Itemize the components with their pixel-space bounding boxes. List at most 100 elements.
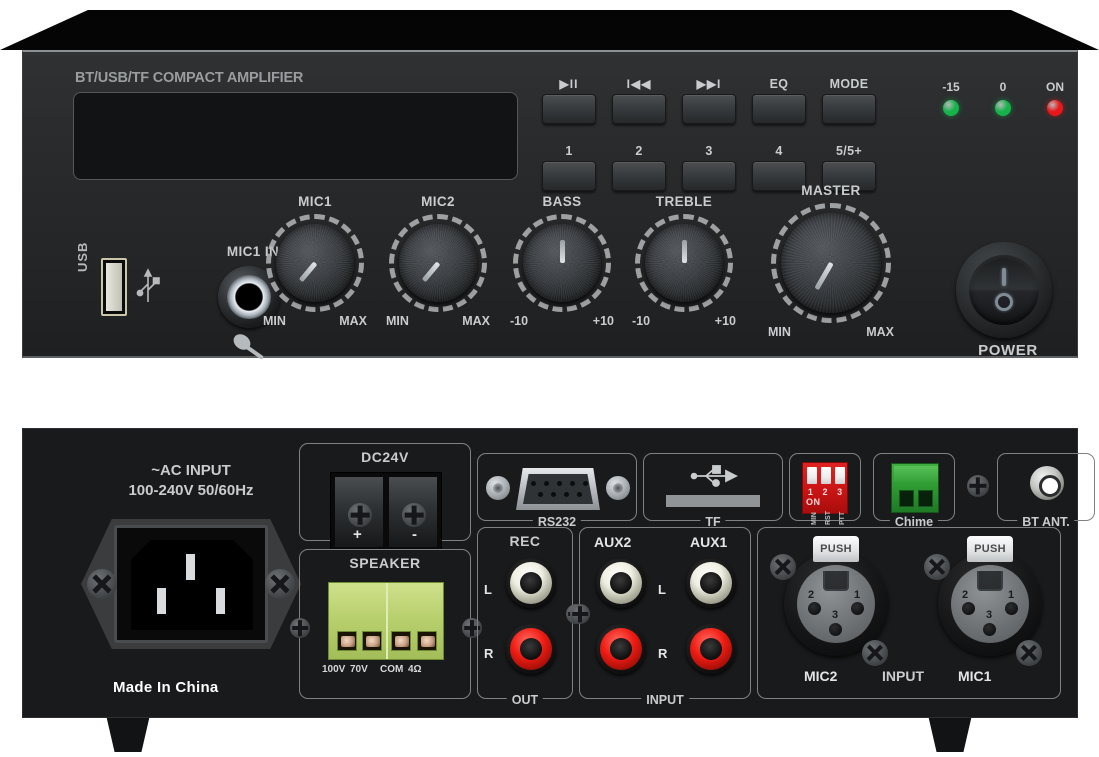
power-off-symbol-icon [995,293,1013,311]
xlr-pin1-mic1 [1005,602,1018,615]
rca-jack-aux2-left[interactable] [596,558,646,608]
aux-left-label: L [658,582,666,597]
xlr-key-notch-mic1 [977,571,1003,591]
button-preset-2[interactable] [612,161,666,191]
dip-lever-3[interactable] [835,467,845,484]
knob-mic2-scale-labels: MIN MAX [386,314,490,328]
rs232-jackscrew-left [486,476,510,500]
chime-section: Chime [873,453,955,529]
rca-hole-aux1-right [700,638,722,660]
rca-hole-aux2-right [610,638,632,660]
button-next[interactable] [682,94,736,124]
rs232-db9-connector[interactable] [516,468,600,510]
chassis-foot-left [106,718,150,752]
ac-input-line2: 100-240V 50/60Hz [128,482,254,499]
speaker-terminal-com[interactable] [391,631,411,651]
db9-pin-top-3 [557,481,562,486]
rca-jack-aux2-right[interactable] [596,624,646,674]
dip-switch-block[interactable]: 1 2 3 ON MIN RST PTT [802,462,848,525]
knob-mic2-pointer [421,261,440,283]
speaker-terminal-4ohm[interactable] [417,631,437,651]
power-rocker-face [969,255,1039,325]
front-panel: BT/USB/TF COMPACT AMPLIFIER ▶II I◀◀ ▶▶I EQ M… [22,50,1078,360]
rs232-db9-shell [523,474,593,504]
knob-treble-title: TREBLE [655,194,713,209]
knob-mic2-knob[interactable] [399,224,477,302]
dc24v-minus-sign: - [412,526,417,543]
button-previous[interactable] [612,94,666,124]
rec-left-label: L [484,582,492,597]
chime-terminal-hole-1[interactable] [899,490,914,507]
screw-icon-mic1-br [1016,640,1042,666]
speaker-terminal-70v[interactable] [362,631,382,651]
rca-jack-aux1-left[interactable] [686,558,736,608]
led-indicator-2 [1047,100,1063,116]
mic2-label: MIC2 [804,668,838,684]
rca-jack-rec-right[interactable] [506,624,556,674]
bt-antenna-connector[interactable] [1030,466,1064,500]
aux-input-section: AUX2 AUX1 L R INPUT [570,527,751,707]
chime-terminal-hole-2[interactable] [918,490,933,507]
chime-terminal-top [894,466,938,482]
button-label-next: ▶▶I [696,77,722,91]
speaker-terminal-block[interactable] [328,582,444,660]
xlr-push-release-mic1[interactable]: PUSH [967,536,1013,562]
rca-jack-aux1-right[interactable] [686,624,736,674]
button-cell-mode: MODE [818,77,880,124]
power-rocker-switch[interactable] [956,242,1052,338]
ac-input-label: ~AC INPUT 100-240V 50/60Hz [71,461,311,501]
db9-pin-bottom-4 [577,492,582,497]
led-cell-on: ON [1032,80,1078,116]
dc24v-plus-sign: + [353,526,362,543]
button-mode[interactable] [822,94,876,124]
screw-icon-rear-center [967,475,989,497]
master-volume-knob-group: MASTER MIN MAX [768,183,894,339]
button-preset-1[interactable] [542,161,596,191]
speaker-title: SPEAKER [349,555,421,571]
button-play-pause[interactable] [542,94,596,124]
knob-mic2-min-label: MIN [386,314,409,328]
button-cell-play-pause: ▶II [538,77,600,124]
xlr-push-release-mic2[interactable]: PUSH [813,536,859,562]
button-label-eq: EQ [769,77,789,91]
rec-out-caption: OUT [506,693,544,707]
button-cell-preset-1: 1 [538,144,600,191]
knob-mic1-knob[interactable] [276,224,354,302]
usb-a-port[interactable] [101,258,127,316]
screw-icon-mic2-br [862,640,888,666]
button-label-preset-5: 5/5+ [836,144,862,158]
screw-icon-ac-right [265,569,295,599]
button-eq[interactable] [752,94,806,124]
xlr-pinlabel3-mic2: 3 [832,609,839,621]
dip-lever-2[interactable] [821,467,831,484]
rca-jack-rec-left[interactable] [506,558,556,608]
iec-power-inlet[interactable] [81,519,301,649]
dc24v-section: DC24V + - [299,443,471,550]
usb-label: USB [75,241,90,272]
db9-pin-top-4 [570,481,575,486]
mic1-label: MIC1 [958,668,992,684]
tf-card-slot[interactable] [666,495,760,507]
dc24v-terminal-block[interactable] [330,472,442,550]
speaker-terminal-label-2: COM [380,664,404,675]
knob-bass-knob[interactable] [523,224,601,302]
led-cell-15: -15 [928,80,974,116]
button-preset-3[interactable] [682,161,736,191]
dip-lever-1[interactable] [807,467,817,484]
speaker-terminal-divider [386,583,388,659]
speaker-section: SPEAKER 100V 70V COM 4Ω [290,549,482,699]
knob-group-bass: BASS -10 +10 [510,194,614,328]
led-cell-0: 0 [980,80,1026,116]
db9-pin-bottom-3 [564,492,569,497]
chassis-top-panel [0,10,1099,50]
speaker-terminal-100v[interactable] [337,631,357,651]
knob-master-knob[interactable] [781,213,881,313]
knob-master-min-label: MIN [768,325,791,339]
knob-master-title: MASTER [801,183,861,198]
knob-master-pointer [813,261,834,291]
knob-treble-knob[interactable] [645,224,723,302]
chassis-foot-right [928,718,972,752]
power-switch-group: POWER [948,242,1068,372]
knob-mic1-max-label: MAX [339,314,367,328]
chime-terminal-block[interactable] [891,463,939,513]
